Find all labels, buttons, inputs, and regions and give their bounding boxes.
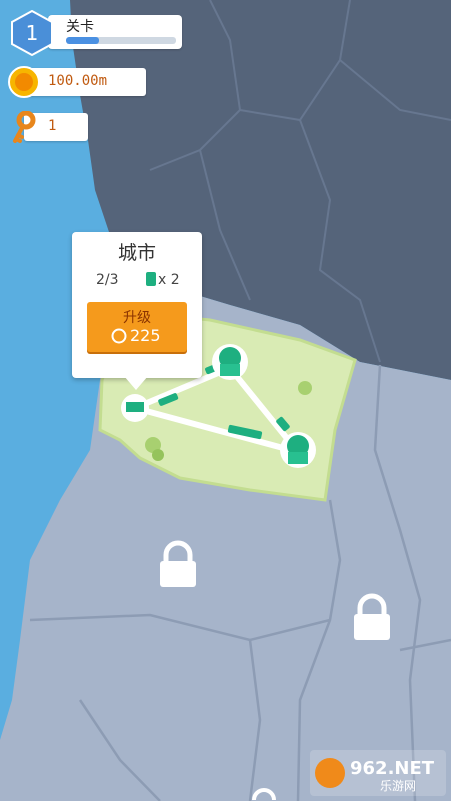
city-popup: 城市 2/3 x 2 升级 225 bbox=[72, 232, 202, 378]
key-icon bbox=[13, 111, 36, 143]
tree bbox=[152, 449, 164, 461]
popup-pointer bbox=[124, 376, 148, 390]
level-progress-bar bbox=[66, 37, 176, 44]
station-2[interactable] bbox=[212, 344, 248, 380]
key-value: 1 bbox=[48, 118, 57, 134]
station-3[interactable] bbox=[280, 432, 316, 468]
coin-icon bbox=[111, 328, 127, 344]
level-number: 1 bbox=[25, 21, 39, 45]
upgrade-label: 升级 bbox=[123, 310, 151, 326]
key-counter: 1 bbox=[8, 111, 140, 143]
coin-panel: 100.00m bbox=[24, 68, 146, 96]
upgrade-button[interactable]: 升级 225 bbox=[87, 302, 187, 352]
train-multiplier: x 2 bbox=[158, 272, 180, 288]
coin-counter: 100.00m bbox=[8, 66, 146, 98]
tree bbox=[298, 381, 312, 395]
popup-title: 城市 bbox=[117, 242, 156, 264]
coin-value: 100.00m bbox=[48, 73, 108, 89]
level-panel: 关卡 bbox=[48, 15, 182, 49]
train-icon bbox=[146, 272, 156, 286]
level-progress-fill bbox=[66, 37, 99, 44]
watermark-logo: 962.NET 乐游网 bbox=[310, 750, 446, 796]
watermark-brand: 962.NET bbox=[350, 758, 435, 779]
station-1[interactable] bbox=[121, 394, 149, 422]
coin-icon bbox=[8, 66, 40, 98]
level-indicator: 关卡 1 bbox=[10, 10, 182, 56]
upgrade-cost: 225 bbox=[130, 326, 161, 345]
watermark-site: 乐游网 bbox=[380, 779, 416, 793]
level-label: 关卡 bbox=[66, 19, 94, 35]
station-count: 2/3 bbox=[96, 272, 119, 288]
